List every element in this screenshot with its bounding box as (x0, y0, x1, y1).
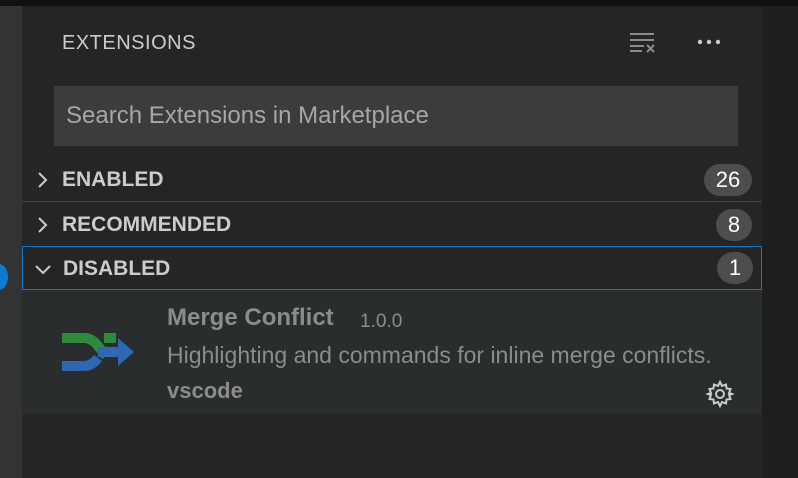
extension-description: Highlighting and commands for inline mer… (167, 342, 712, 368)
gear-icon[interactable] (706, 380, 734, 408)
extension-version: 1.0.0 (360, 311, 403, 332)
chevron-right-icon (38, 172, 48, 188)
chevron-right-icon (38, 217, 48, 233)
extensions-sidebar: EXTENSIONS ENABLED 26 RECOMMENDED (22, 6, 762, 478)
extension-name: Merge Conflict (167, 304, 334, 331)
section-disabled-label: DISABLED (63, 257, 171, 280)
section-enabled[interactable]: ENABLED 26 (22, 158, 762, 202)
section-recommended-label: RECOMMENDED (62, 213, 232, 236)
more-actions-icon[interactable] (694, 30, 724, 54)
section-recommended[interactable]: RECOMMENDED 8 (22, 203, 762, 247)
recommended-count-badge: 8 (716, 209, 752, 241)
extension-list-item[interactable]: Merge Conflict 1.0.0 Highlighting and co… (22, 290, 762, 414)
disabled-count-badge: 1 (717, 252, 753, 284)
clear-extensions-icon[interactable] (628, 30, 658, 54)
search-extensions-input[interactable] (54, 86, 738, 146)
section-enabled-label: ENABLED (62, 168, 164, 191)
merge-conflict-icon (62, 333, 134, 371)
panel-title: EXTENSIONS (62, 32, 196, 54)
chevron-down-icon (35, 265, 51, 275)
extension-publisher: vscode (167, 378, 243, 403)
activity-bar (0, 6, 22, 478)
enabled-count-badge: 26 (704, 164, 752, 196)
section-disabled[interactable]: DISABLED 1 (22, 246, 762, 290)
editor-area-edge (762, 6, 798, 478)
